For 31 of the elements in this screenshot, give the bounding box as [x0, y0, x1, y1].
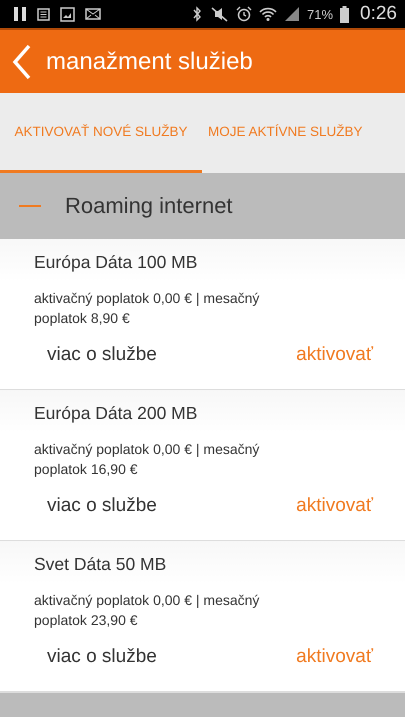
- more-info-link[interactable]: viac o službe: [47, 344, 157, 366]
- activate-link[interactable]: aktivovať: [296, 495, 373, 517]
- service-name: Európa Dáta 100 MB: [34, 252, 198, 273]
- pause-icon: [13, 6, 27, 22]
- more-info-link[interactable]: viac o službe: [47, 646, 157, 668]
- back-icon[interactable]: [12, 44, 32, 80]
- service-name: Európa Dáta 200 MB: [34, 403, 198, 424]
- activate-link[interactable]: aktivovať: [296, 646, 373, 668]
- battery-level: 71%: [306, 6, 334, 22]
- tab[interactable]: MOJE AKTÍVNE SLUŽBY: [202, 93, 369, 173]
- group-header[interactable]: Roaming internet: [0, 173, 405, 239]
- wifi-icon: [258, 6, 277, 22]
- bluetooth-icon: [192, 6, 202, 22]
- activate-link[interactable]: aktivovať: [296, 344, 373, 366]
- group-title: Roaming internet: [65, 193, 233, 219]
- mute-icon: [208, 6, 229, 22]
- group-header[interactable]: [0, 692, 405, 717]
- mail-icon: [85, 8, 101, 20]
- service-fees: aktivačný poplatok 0,00 € | mesačný poplatok 23,90 €: [34, 591, 260, 630]
- service-name: Svet Dáta 50 MB: [34, 554, 168, 575]
- document-icon: [37, 8, 50, 20]
- alarm-icon: [236, 6, 252, 22]
- clock: 0:26: [360, 3, 397, 25]
- more-info-link[interactable]: viac o službe: [47, 495, 157, 517]
- screen-title: manažment služieb: [46, 48, 253, 76]
- battery-icon: [340, 6, 350, 22]
- service-fees: aktivačný poplatok 0,00 € | mesačný poplatok 8,90 €: [34, 289, 260, 328]
- image-icon: [60, 6, 75, 22]
- service-fees: aktivačný poplatok 0,00 € | mesačný poplatok 16,90 €: [34, 440, 260, 479]
- collapse-icon[interactable]: [19, 204, 41, 208]
- signal-icon: [284, 6, 300, 22]
